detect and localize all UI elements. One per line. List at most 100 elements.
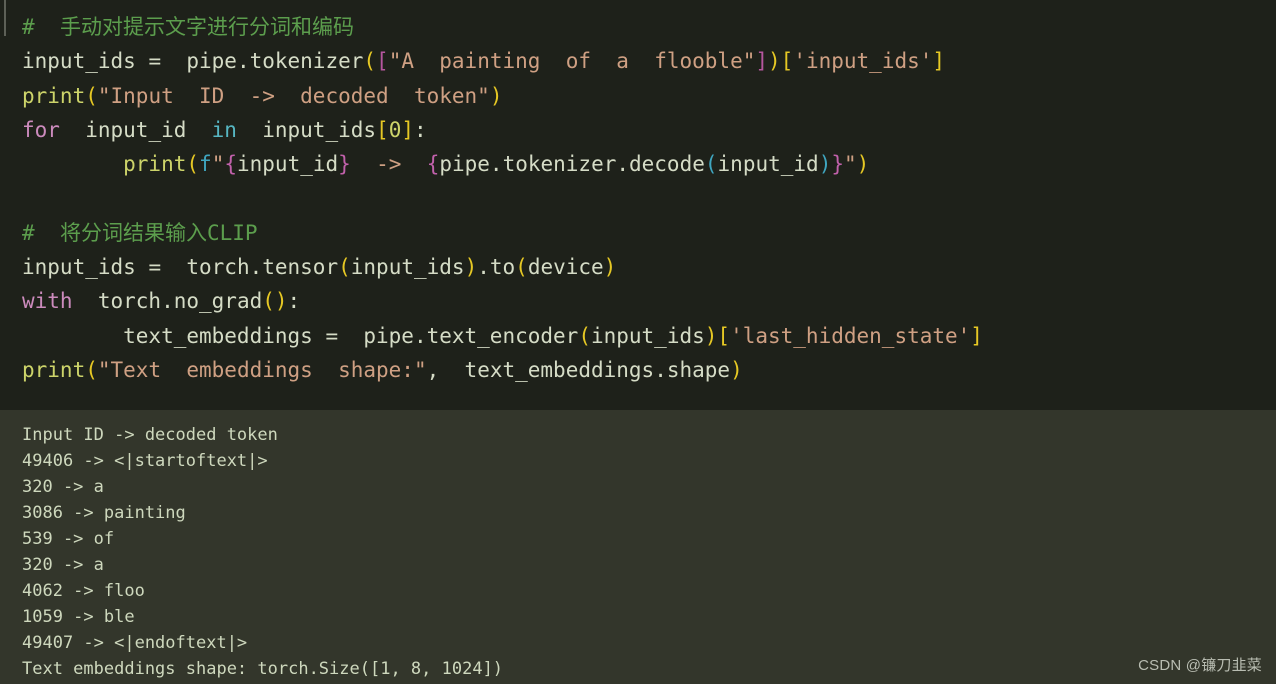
code-token: = (325, 323, 351, 348)
code-token: ] (932, 49, 946, 74)
code-token: : (414, 117, 427, 142)
code-token: print (22, 152, 187, 177)
code-line[interactable]: input_ids = pipe.tokenizer(["A painting … (0, 44, 1276, 78)
code-token: ) (464, 255, 478, 280)
code-token: 'last_hidden_state' (730, 323, 971, 348)
code-token: 'input_ids' (793, 49, 933, 74)
output-row: 1059 -> ble (22, 607, 135, 627)
code-token: text_embeddings (22, 323, 326, 348)
code-token: device (527, 255, 604, 280)
code-token: ] (970, 323, 983, 348)
code-token: with (22, 289, 73, 314)
code-token: input_ids (236, 117, 377, 142)
code-line[interactable]: # 将分词结果输入CLIP (0, 216, 1276, 250)
output-row: 320 -> a (22, 477, 104, 497)
code-token: } (338, 152, 351, 177)
code-token: .to (477, 255, 516, 280)
code-token: = (148, 255, 174, 280)
cell-output-area: Input ID -> decoded token 49406 -> <|sta… (0, 410, 1276, 684)
code-line[interactable]: with torch.no_grad(): (0, 284, 1276, 318)
code-token: torch.tensor (173, 255, 339, 280)
code-line[interactable]: # 手动对提示文字进行分词和编码 (0, 10, 1276, 44)
code-token: ( (363, 49, 377, 74)
code-token: } (831, 152, 844, 177)
code-token: input_id (717, 152, 819, 177)
output-row: 3086 -> painting (22, 503, 186, 523)
code-token: " (844, 152, 857, 177)
code-token: ) (730, 357, 743, 382)
code-token: print (22, 83, 86, 108)
code-token: ) (768, 49, 781, 74)
code-token: print (22, 357, 86, 382)
code-token: input_ids (22, 49, 149, 74)
code-token: { (224, 152, 237, 177)
code-token: ( (85, 83, 98, 108)
code-token: ) (274, 289, 288, 314)
screenshot-root: # 手动对提示文字进行分词和编码 input_ids = pipe.tokeniz… (0, 0, 1276, 684)
code-lines-container[interactable]: # 手动对提示文字进行分词和编码 input_ids = pipe.tokeniz… (0, 10, 1276, 387)
code-token: ) (603, 255, 617, 280)
code-token: = (148, 49, 174, 74)
output-header: Input ID -> decoded token (22, 425, 278, 445)
output-row: 320 -> a (22, 555, 104, 575)
code-token: , (426, 357, 440, 382)
code-token: torch.no_grad (72, 289, 263, 314)
code-token: input_ids (22, 255, 149, 280)
code-token: { (426, 152, 440, 177)
code-token: 手动对提示文字进行分词和编码 (47, 15, 354, 39)
code-token: # (22, 220, 48, 245)
code-token: ( (262, 289, 275, 314)
code-token: [ (717, 323, 731, 348)
output-rows-container: 49406 -> <|startoftext|> 320 -> a 3086 -> … (0, 448, 1276, 656)
code-token: ( (704, 152, 718, 177)
code-token: text_embeddings.shape (439, 357, 731, 382)
code-token: 将分词结果输入CLIP (47, 220, 258, 245)
output-footer: Text embeddings shape: torch.Size([1, 8,… (22, 659, 504, 679)
code-token: [ (780, 49, 794, 74)
code-token: ) (489, 83, 503, 108)
code-line[interactable]: print(f"{input_id} -> {pipe.tokenizer.de… (0, 147, 1276, 181)
output-row: 539 -> of (22, 529, 115, 549)
code-line[interactable] (0, 181, 1276, 215)
code-token: [ (376, 49, 389, 74)
code-token: input_ids (350, 255, 465, 280)
code-line[interactable]: print("Input ID -> decoded token") (0, 79, 1276, 113)
code-cell[interactable]: # 手动对提示文字进行分词和编码 input_ids = pipe.tokeniz… (0, 0, 1276, 410)
code-token: f (199, 152, 212, 177)
code-token: ] (401, 117, 414, 142)
code-token: ( (186, 152, 200, 177)
code-token: ) (704, 323, 718, 348)
code-token: "Text embeddings shape:" (97, 357, 427, 382)
code-token: input_id (59, 117, 200, 142)
code-token: ( (338, 255, 351, 280)
code-token: input_id (237, 152, 339, 177)
code-token: "Input ID -> decoded token" (97, 83, 490, 108)
code-token: ) (818, 152, 832, 177)
code-token: "A painting of a flooble" (388, 49, 756, 74)
code-token: ) (856, 152, 870, 177)
code-token: [ (376, 117, 389, 142)
code-token: ( (515, 255, 528, 280)
code-token: input_ids (590, 323, 705, 348)
code-line[interactable]: for input_id in input_ids[0]: (0, 113, 1276, 147)
code-token: for (22, 117, 60, 142)
csdn-watermark: CSDN @镰刀韭菜 (1138, 657, 1262, 674)
code-token: ] (755, 49, 769, 74)
code-token: 0 (388, 117, 402, 142)
code-line[interactable]: input_ids = torch.tensor(input_ids).to(d… (0, 250, 1276, 284)
code-token: pipe.text_encoder (350, 323, 579, 348)
code-line[interactable]: text_embeddings = pipe.text_encoder(inpu… (0, 319, 1276, 353)
code-token: ( (85, 357, 98, 382)
cell-gutter-marker (4, 0, 6, 36)
output-row: 49406 -> <|startoftext|> (22, 451, 268, 471)
code-token: -> (376, 152, 402, 177)
code-token: : (287, 289, 301, 314)
code-token: " (211, 152, 225, 177)
output-row: 4062 -> floo (22, 581, 145, 601)
code-token: ( (578, 323, 591, 348)
code-token: in (199, 117, 237, 142)
code-line[interactable]: print("Text embeddings shape:", text_emb… (0, 353, 1276, 387)
code-token: pipe.tokenizer.decode (439, 152, 705, 177)
